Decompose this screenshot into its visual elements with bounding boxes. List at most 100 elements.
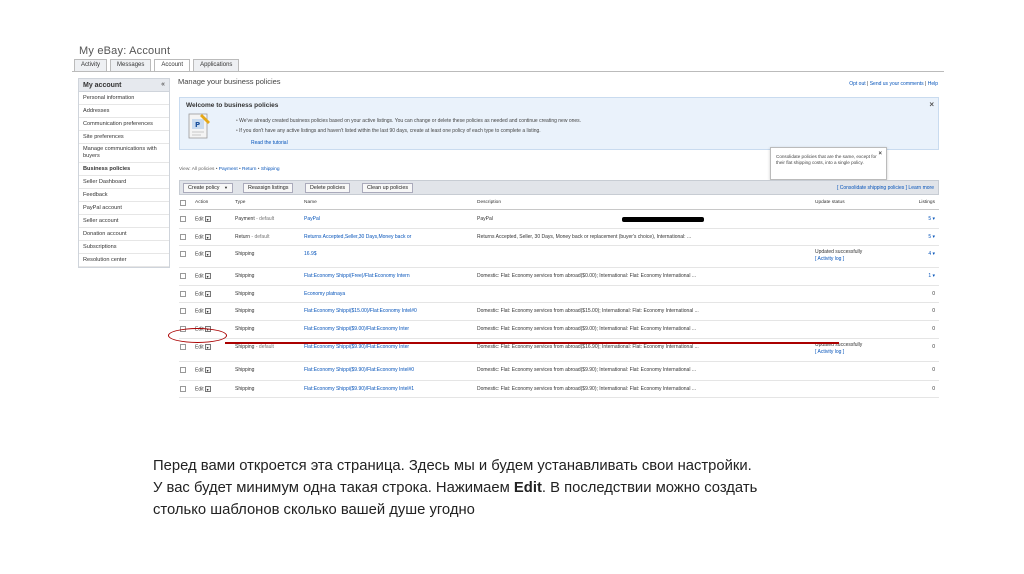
row-type: Shipping bbox=[235, 291, 254, 297]
row-listings-count[interactable]: 4 ▾ bbox=[928, 251, 935, 257]
row-checkbox[interactable] bbox=[180, 234, 186, 240]
edit-label: Edit bbox=[195, 234, 204, 241]
row-policy-name[interactable]: 16.9$ bbox=[304, 251, 317, 257]
row-checkbox[interactable] bbox=[180, 273, 186, 279]
sidebar-item-paypal-account[interactable]: PayPal account bbox=[79, 202, 169, 215]
send-comments-link[interactable]: Send us your comments bbox=[870, 81, 924, 87]
view-filter: View: All policies • Payment • Return • … bbox=[179, 167, 279, 172]
sidebar-item-site-preferences[interactable]: Site preferences bbox=[79, 131, 169, 144]
clean-up-policies-button[interactable]: Clean up policies bbox=[362, 183, 414, 193]
row-checkbox[interactable] bbox=[180, 367, 186, 373]
learn-more-link[interactable]: Learn more bbox=[907, 185, 934, 191]
top-links: Opt out | Send us your comments | Help bbox=[849, 81, 938, 87]
edit-button[interactable]: Edit ▾ bbox=[195, 344, 211, 350]
annotation-underline bbox=[225, 342, 839, 344]
chevron-down-icon[interactable]: ▾ bbox=[204, 273, 211, 279]
row-checkbox[interactable] bbox=[180, 251, 186, 257]
table-row: Edit ▾ Shipping Flat:Economy Shippi($9.90)/… bbox=[179, 362, 939, 381]
sidebar-item-communication-preferences[interactable]: Communication preferences bbox=[79, 118, 169, 131]
row-type-label: Shipping bbox=[235, 367, 255, 373]
chevron-down-icon: ▼ bbox=[223, 185, 228, 190]
opt-out-link[interactable]: Opt out bbox=[849, 81, 865, 87]
row-checkbox[interactable] bbox=[180, 216, 186, 222]
edit-button[interactable]: Edit ▾ bbox=[195, 251, 211, 257]
row-checkbox[interactable] bbox=[180, 344, 186, 350]
delete-policies-button[interactable]: Delete policies bbox=[305, 183, 351, 193]
edit-button[interactable]: Edit ▾ bbox=[195, 308, 211, 314]
edit-button[interactable]: Edit ▾ bbox=[195, 291, 211, 297]
row-listings-count[interactable]: 5 ▾ bbox=[928, 234, 935, 240]
sidebar-item-addresses[interactable]: Addresses bbox=[79, 105, 169, 118]
edit-button[interactable]: Edit ▾ bbox=[195, 216, 211, 222]
sidebar-item-resolution-center[interactable]: Resolution center bbox=[79, 254, 169, 267]
tab-applications[interactable]: Applications bbox=[193, 59, 240, 71]
chevron-down-icon[interactable]: ▾ bbox=[204, 216, 211, 222]
row-policy-name[interactable]: Flat:Economy Shippi(Free)/Flat:Economy I… bbox=[304, 273, 410, 279]
row-description: Domestic: Flat: Economy services from ab… bbox=[477, 273, 696, 279]
row-policy-name[interactable]: Flat:Economy Shippi($9.90)/Flat:Economy … bbox=[304, 367, 414, 373]
consolidate-shipping-link[interactable]: [ Consolidate shipping policies ] bbox=[837, 185, 907, 191]
row-listings-count[interactable]: 5 ▾ bbox=[928, 216, 935, 222]
read-tutorial-link[interactable]: Read the tutorial bbox=[251, 140, 288, 146]
help-link[interactable]: Help bbox=[928, 81, 938, 87]
row-type: Shipping bbox=[235, 251, 254, 257]
row-policy-name[interactable]: Flat:Economy Shippi($9.90)/Flat:Economy … bbox=[304, 344, 409, 350]
row-policy-name[interactable]: Economy platnaya bbox=[304, 291, 345, 297]
tab-messages[interactable]: Messages bbox=[110, 59, 152, 71]
reassign-listings-button[interactable]: Reassign listings bbox=[243, 183, 294, 193]
select-all-checkbox[interactable] bbox=[180, 200, 186, 206]
row-policy-name[interactable]: Returns Accepted,Seller,30 Days,Money ba… bbox=[304, 234, 411, 240]
row-type-label: Shipping bbox=[235, 344, 255, 350]
chevron-down-icon[interactable]: ▾ bbox=[204, 386, 211, 392]
row-checkbox[interactable] bbox=[180, 386, 186, 392]
row-description: Domestic: Flat: Economy services from ab… bbox=[477, 308, 699, 314]
collapse-icon[interactable]: « bbox=[161, 81, 165, 88]
edit-label: Edit bbox=[195, 216, 204, 223]
row-listings-count[interactable]: 1 ▾ bbox=[928, 273, 935, 279]
sidebar-item-subscriptions[interactable]: Subscriptions bbox=[79, 241, 169, 254]
sidebar-item-personal-information[interactable]: Personal information bbox=[79, 92, 169, 105]
row-update-status: Updated successfully[ Activity log ] bbox=[815, 342, 862, 356]
edit-button[interactable]: Edit ▾ bbox=[195, 273, 211, 279]
view-shipping-link[interactable]: Shipping bbox=[261, 167, 280, 172]
row-policy-name[interactable]: Flat:Economy Shippi($15.00)/Flat:Economy… bbox=[304, 308, 417, 314]
row-policy-name[interactable]: Flat:Economy Shippi($9.90)/Flat:Economy … bbox=[304, 386, 414, 392]
sidebar-item-seller-dashboard[interactable]: Seller Dashboard bbox=[79, 176, 169, 189]
row-type-label: Shipping bbox=[235, 326, 255, 332]
row-description: Domestic: Flat: Economy services from ab… bbox=[477, 344, 699, 350]
chevron-down-icon[interactable]: ▾ bbox=[204, 367, 211, 373]
sidebar-item-business-policies[interactable]: Business policies bbox=[79, 163, 169, 176]
table-row: Edit ▾ Payment - default PayPal PayPal 5 ▾ bbox=[179, 211, 939, 229]
edit-button[interactable]: Edit ▾ bbox=[195, 234, 211, 240]
chevron-down-icon[interactable]: ▾ bbox=[204, 344, 211, 350]
close-icon[interactable]: × bbox=[878, 151, 882, 157]
view-return-link[interactable]: Return bbox=[242, 167, 256, 172]
row-type: Shipping bbox=[235, 386, 254, 392]
table-row: Edit ▾ Shipping Economy platnaya 0 bbox=[179, 286, 939, 303]
sidebar-item-seller-account[interactable]: Seller account bbox=[79, 215, 169, 228]
row-type: Shipping bbox=[235, 367, 254, 373]
create-policy-button[interactable]: Create policy ▼ bbox=[183, 183, 233, 193]
chevron-down-icon[interactable]: ▾ bbox=[204, 308, 211, 314]
chevron-down-icon[interactable]: ▾ bbox=[204, 234, 211, 240]
sidebar-item-donation-account[interactable]: Donation account bbox=[79, 228, 169, 241]
row-checkbox[interactable] bbox=[180, 291, 186, 297]
sidebar-item-feedback[interactable]: Feedback bbox=[79, 189, 169, 202]
activity-log-link[interactable]: [ Activity log ] bbox=[815, 256, 844, 262]
caption-text: . В последствии можно создать bbox=[541, 480, 758, 496]
row-policy-name[interactable]: Flat:Economy Shippi($9.00)/Flat:Economy … bbox=[304, 326, 409, 332]
row-policy-name[interactable]: PayPal bbox=[304, 216, 320, 222]
row-checkbox[interactable] bbox=[180, 308, 186, 314]
view-all-policies[interactable]: All policies bbox=[192, 167, 215, 172]
sidebar-item-manage-communications[interactable]: Manage communications with buyers bbox=[79, 144, 169, 163]
chevron-down-icon[interactable]: ▾ bbox=[204, 251, 211, 257]
listings-count: 0 bbox=[932, 367, 935, 373]
tab-activity[interactable]: Activity bbox=[74, 59, 108, 71]
close-icon[interactable]: × bbox=[929, 100, 934, 109]
edit-button[interactable]: Edit ▾ bbox=[195, 386, 211, 392]
edit-button[interactable]: Edit ▾ bbox=[195, 367, 211, 373]
view-payment-link[interactable]: Payment bbox=[219, 167, 238, 172]
row-type: Shipping - default bbox=[235, 344, 274, 350]
chevron-down-icon[interactable]: ▾ bbox=[204, 291, 211, 297]
activity-log-link[interactable]: [ Activity log ] bbox=[815, 349, 844, 355]
